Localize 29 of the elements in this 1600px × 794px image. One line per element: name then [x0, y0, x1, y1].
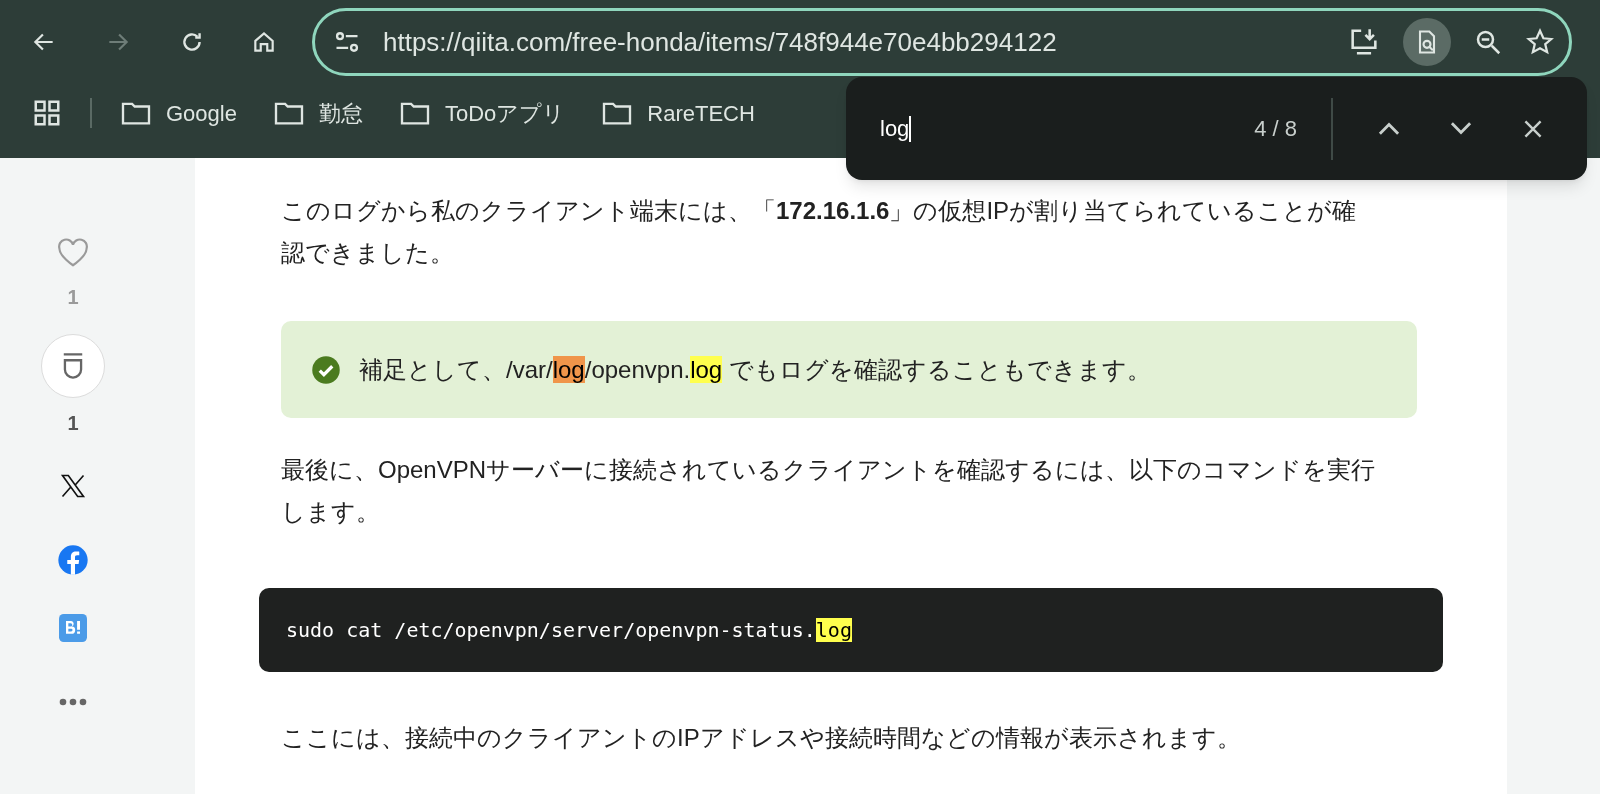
bookmark-item[interactable]: ToDoアプリ: [398, 96, 566, 130]
paragraph: ここには、接続中のクライアントのIPアドレスや接続時間などの情報が表示されます。: [280, 723, 1242, 753]
bookmark-item[interactable]: Google: [120, 96, 237, 130]
facebook-icon[interactable]: [57, 544, 89, 576]
code-text: sudo cat /etc/openvpn/server/openvpn-status.log: [286, 617, 852, 644]
home-icon: [251, 29, 277, 55]
url-text: https://qiita.com/free-honda/items/748f944e70e4bb294122: [383, 25, 1058, 59]
folder-icon: [272, 100, 305, 126]
folder-icon: [120, 100, 152, 126]
folder-icon: [398, 100, 431, 126]
heart-icon[interactable]: [56, 238, 90, 268]
chevron-up-icon: [1378, 122, 1400, 135]
apps-grid-icon[interactable]: [32, 98, 62, 128]
paragraph: 最後に、OpenVPNサーバーに接続されているクライアントを確認するには、以下のコマンドを実行します。: [280, 455, 1377, 527]
hatena-bookmark-icon[interactable]: [59, 614, 87, 642]
more-icon[interactable]: [59, 698, 87, 706]
match-count: 4 / 8: [1254, 115, 1297, 143]
find-input[interactable]: log: [880, 112, 1255, 145]
check-circle-icon: [311, 354, 341, 385]
stock-count: 1: [67, 411, 79, 436]
bookmark-item[interactable]: 勤怠: [272, 96, 363, 130]
chevron-down-icon: [1450, 122, 1472, 135]
paragraph: このログから私のクライアント端末には、「172.16.1.6」の仮想IPが割り当てられていることが確認できました。: [280, 196, 1358, 268]
bookmark-item[interactable]: RareTECH: [601, 96, 755, 130]
like-count: 1: [67, 285, 79, 310]
find-in-page-button[interactable]: [1403, 18, 1451, 66]
x-logo-icon[interactable]: [59, 472, 87, 500]
star-icon[interactable]: [1525, 27, 1555, 57]
folder-icon: [601, 100, 634, 126]
